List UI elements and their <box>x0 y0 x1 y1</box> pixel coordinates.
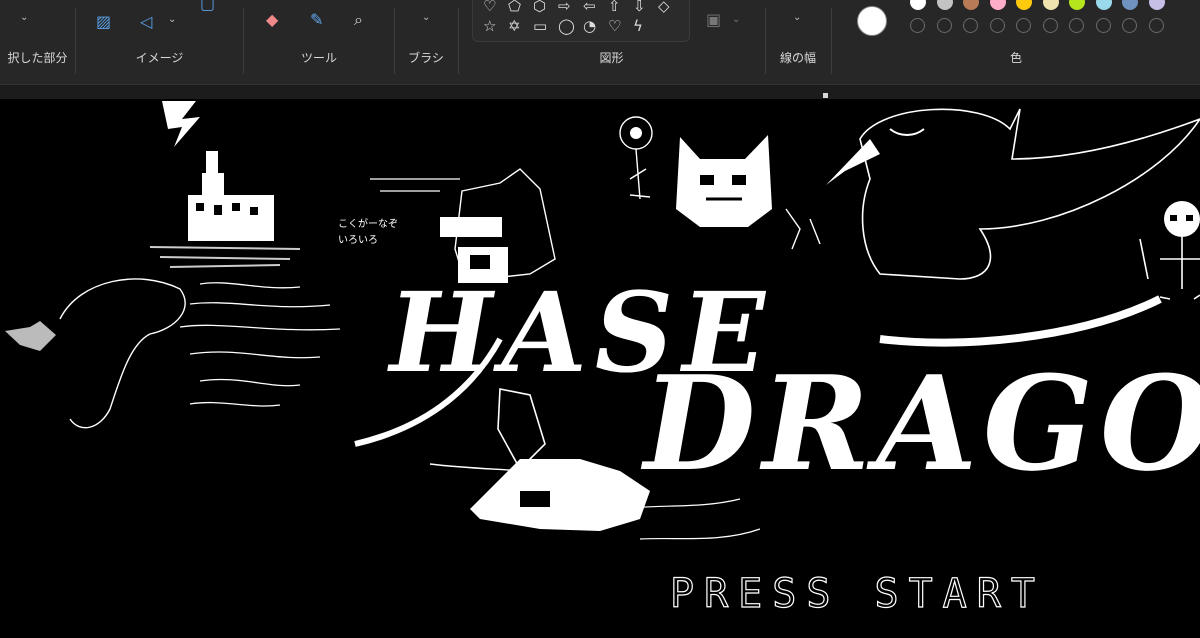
shapes-group: 図形 <box>459 0 764 82</box>
press-start-text: PRESS START <box>670 571 1045 617</box>
brush-chevron-icon[interactable]: ⌄ <box>422 12 430 23</box>
custom-color-slot[interactable] <box>989 18 1005 33</box>
small-creature <box>5 321 56 351</box>
custom-color-slot[interactable] <box>910 18 925 33</box>
selection-group-label: 択した部分 <box>7 51 68 65</box>
line-width-chevron-icon[interactable]: ⌄ <box>793 12 801 23</box>
custom-color-slot[interactable] <box>1148 18 1164 33</box>
brush-group-label: ブラシ <box>408 51 444 65</box>
ribbon-separator <box>0 84 1200 100</box>
left-creature <box>59 278 186 429</box>
image-icon[interactable]: ▢ <box>200 0 215 13</box>
resize-icon[interactable]: ▨ <box>96 12 111 31</box>
image-group: ▨ ◁ ⌄ ▢ イメージ <box>76 0 243 82</box>
selection-chevron-icon[interactable]: ⌄ <box>20 12 28 23</box>
shapes-group-label: 図形 <box>599 51 624 65</box>
color-picker-icon[interactable]: ✎ <box>310 10 323 29</box>
line-width-group: ⌄ 線の幅 <box>766 0 830 82</box>
canvas-drawing: こくがーなぞ いろいろ HASE DRAGO PRESS START <box>5 101 1200 618</box>
lightning-bolt <box>162 101 200 147</box>
right-skeleton <box>1139 201 1200 300</box>
line-width-group-label: 線の幅 <box>779 51 816 65</box>
custom-color-slot[interactable] <box>1069 18 1084 33</box>
cat-face <box>676 135 772 227</box>
colors-group: 色 <box>832 0 1200 82</box>
custom-color-slot[interactable] <box>1095 18 1111 33</box>
image-group-label: イメージ <box>135 51 184 65</box>
custom-color-slot[interactable] <box>1122 18 1137 33</box>
primary-color-swatch[interactable] <box>857 6 887 36</box>
large-bird <box>826 108 1200 280</box>
hooded-character <box>440 168 556 283</box>
custom-color-slot[interactable] <box>936 18 952 33</box>
drawing-canvas[interactable]: こくがーなぞ いろいろ HASE DRAGO PRESS START <box>0 99 1200 638</box>
water-ripples <box>179 282 341 407</box>
note-line-1: こくがーなぞ <box>338 217 398 230</box>
sprout-sketch <box>785 208 821 250</box>
custom-color-slot[interactable] <box>963 18 978 33</box>
tools-group: ◆ ✎ ⌕ ツール <box>244 0 394 82</box>
selection-group: ⌄ 択した部分 <box>0 0 75 82</box>
sketch-lines <box>370 178 460 192</box>
rotate-icon[interactable]: ◁ <box>140 12 152 31</box>
canvas-resize-handle[interactable] <box>823 93 828 98</box>
custom-color-slot[interactable] <box>1016 18 1031 33</box>
castle-island <box>149 151 301 268</box>
tools-group-label: ツール <box>300 51 337 65</box>
chevron-down-icon[interactable]: ⌄ <box>168 14 176 25</box>
game-title-line-2: DRAGO <box>629 347 1200 500</box>
flower-sketch <box>619 116 653 200</box>
note-line-2: いろいろ <box>338 235 378 246</box>
magnifier-icon[interactable]: ⌕ <box>354 10 363 30</box>
colors-group-label: 色 <box>1009 51 1022 65</box>
ribbon-toolbar: ⌄ 択した部分 ▨ ◁ ⌄ ▢ イメージ ◆ ✎ ⌕ ツール ⌄ ブラシ ♡ ⬠ ⬡… <box>0 0 1200 84</box>
custom-color-slot[interactable] <box>1042 18 1058 33</box>
eraser-icon[interactable]: ◆ <box>266 10 278 29</box>
title-swoosh-right <box>879 295 1162 347</box>
brush-group: ⌄ ブラシ <box>395 0 457 82</box>
